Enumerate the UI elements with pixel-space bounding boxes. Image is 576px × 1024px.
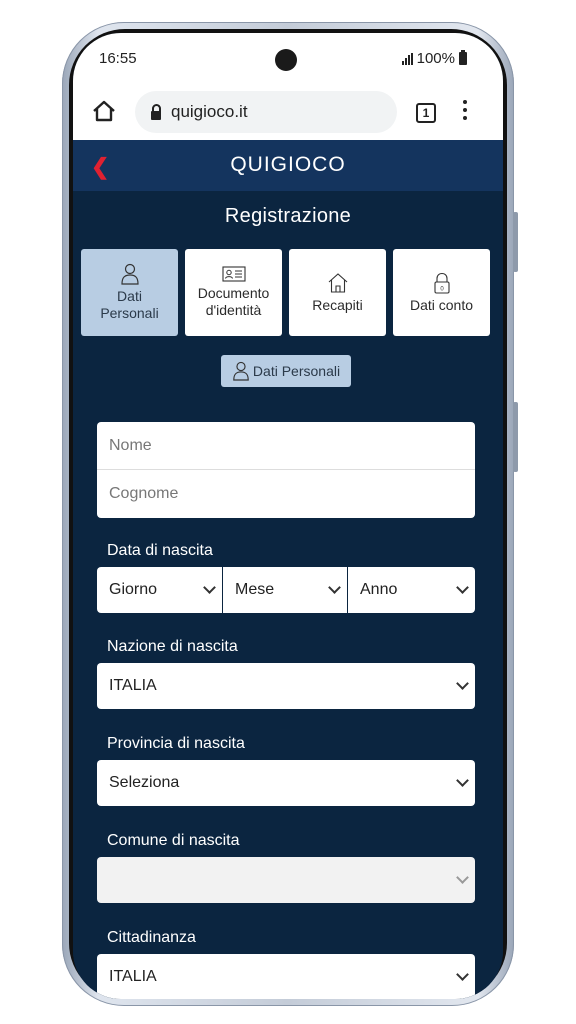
chevron-down-icon [203,581,216,594]
birth-year-value: Anno [360,581,398,598]
birth-country-select[interactable]: ITALIA [97,663,475,709]
citizenship-select[interactable]: ITALIA [97,954,475,999]
birth-country-value: ITALIA [109,677,157,694]
app-header: ❮ QUIGIOCO [73,140,503,191]
lock-icon [151,103,161,120]
current-step-badge: Dati Personali [221,355,351,387]
signal-icon [401,52,413,65]
home-icon[interactable] [91,99,117,123]
step-label: d'identità [205,302,262,318]
tab-switcher-button[interactable]: 1 [416,103,436,123]
svg-text:0: 0 [440,286,444,292]
house-icon [328,272,347,293]
step-label: Recapiti [312,296,363,313]
registration-form: Registrazione Dati Personali Documento d… [73,191,503,999]
birth-city-select[interactable] [97,857,475,903]
citizenship-value: ITALIA [109,968,157,985]
chevron-down-icon [328,581,341,594]
browser-toolbar: quigioco.it 1 [73,83,503,140]
front-camera [275,49,297,71]
address-bar[interactable]: quigioco.it [135,91,397,133]
url-text: quigioco.it [171,102,248,121]
current-step-label: Dati Personali [252,363,341,379]
citizenship-label: Cittadinanza [107,929,196,946]
chevron-down-icon [456,581,469,594]
birth-city-label: Comune di nascita [107,832,240,849]
name-fields [97,422,475,518]
power-button [513,402,518,472]
tab-recapiti[interactable]: Recapiti [289,249,386,336]
birth-country-label: Nazione di nascita [107,638,238,655]
logo-text: QUIGIOCO [230,153,346,176]
person-icon [233,361,249,381]
more-options-icon[interactable] [463,100,467,124]
birth-year-select[interactable]: Anno [348,567,475,613]
battery-icon [459,50,467,65]
chevron-down-icon [456,871,469,884]
tab-documento-identita[interactable]: Documento d'identità [185,249,282,336]
phone-screen: 16:55 100% quigioco.it 1 ❮ QUIGIOCO Regi… [73,33,503,999]
step-label: Dati conto [409,296,474,313]
step-tabs: Dati Personali Documento d'identità Reca… [81,249,495,337]
birth-month-select[interactable]: Mese [223,567,347,613]
last-name-input[interactable] [97,470,475,517]
step-label: Documento [197,285,270,301]
quigioco-logo: QUIGIOCO [73,153,503,177]
birth-province-value: Seleziona [109,774,180,791]
first-name-input[interactable] [97,422,475,469]
battery-percent: 100% [416,50,455,67]
status-right: 100% [401,50,467,67]
tab-dati-conto[interactable]: 0 Dati conto [393,249,490,336]
person-icon [120,263,139,285]
birth-day-select[interactable]: Giorno [97,567,222,613]
birth-day-value: Giorno [109,581,158,598]
birth-date-label: Data di nascita [107,542,213,559]
step-label: Dati [117,288,142,304]
page-title: Registrazione [224,205,352,227]
status-time: 16:55 [99,50,137,67]
tab-dati-personali[interactable]: Dati Personali [81,249,178,336]
chevron-down-icon [456,677,469,690]
id-card-icon [221,266,246,282]
step-label: Personali [100,305,159,321]
volume-button [513,212,518,272]
chevron-down-icon [456,774,469,787]
birth-month-value: Mese [235,581,275,598]
chevron-down-icon [456,968,469,981]
birth-province-label: Provincia di nascita [107,735,245,752]
padlock-icon: 0 [433,272,450,294]
birth-province-select[interactable]: Seleziona [97,760,475,806]
status-bar: 16:55 100% [73,33,503,83]
